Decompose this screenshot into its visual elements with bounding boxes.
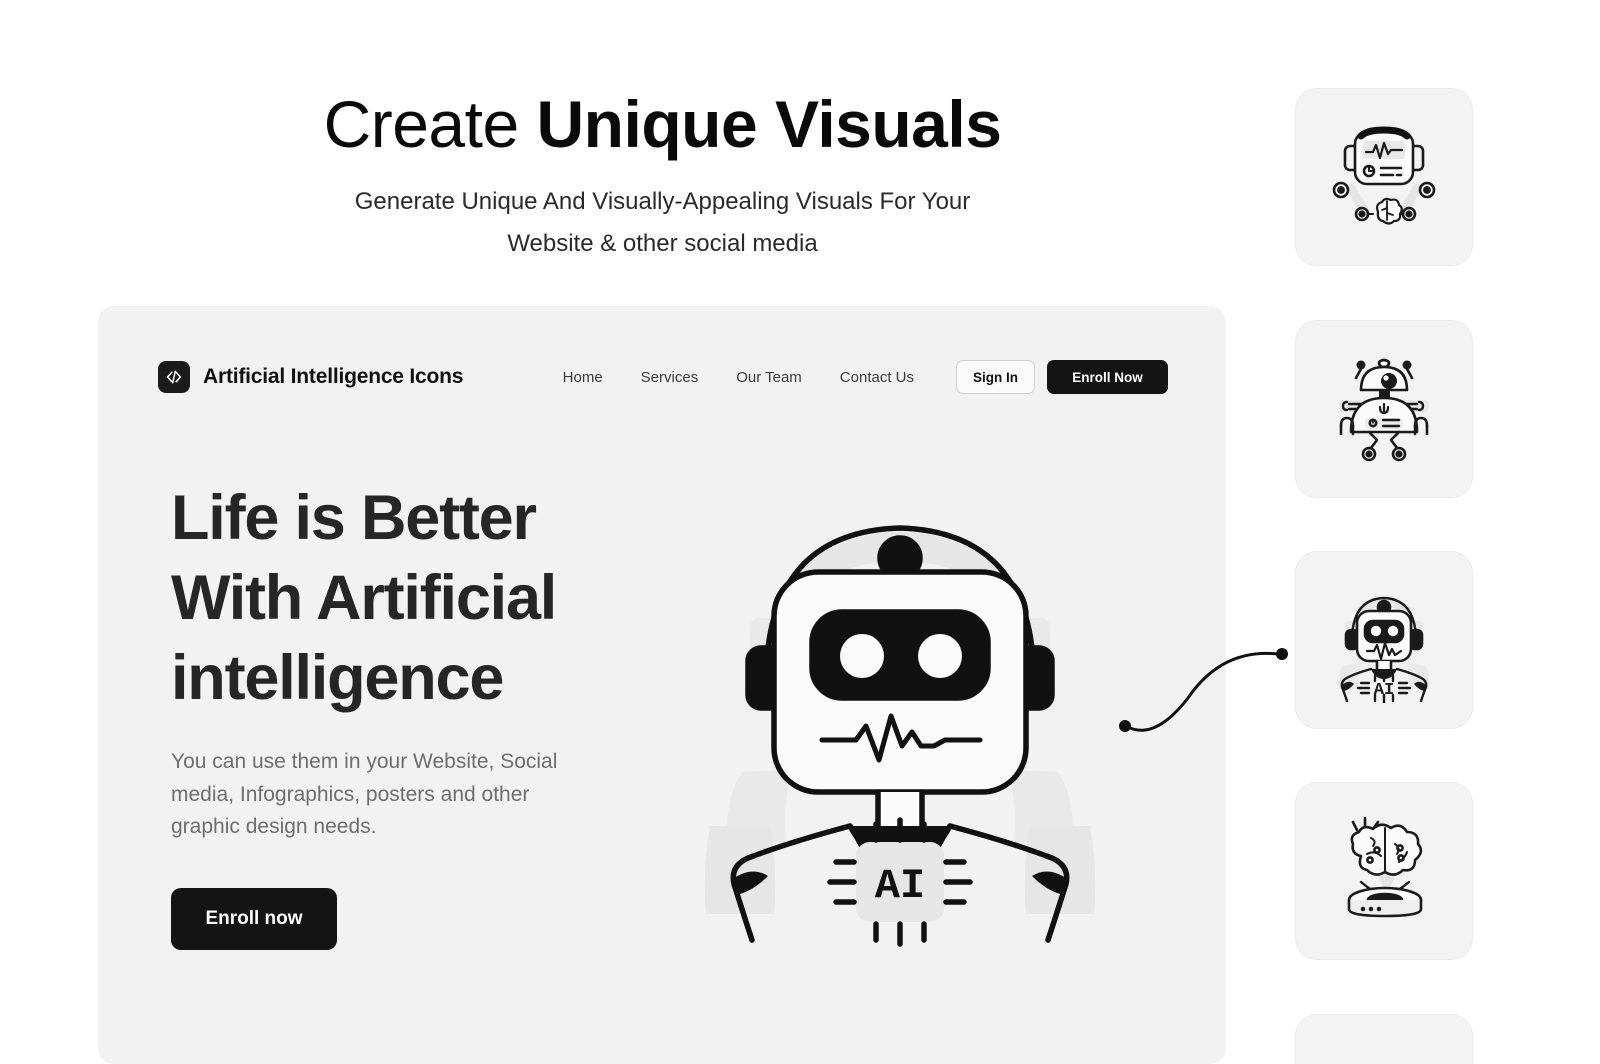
- preview-hero-body-line-2: media, Infographics, posters and other: [171, 782, 530, 806]
- page-subtitle-line-1: Generate Unique And Visually-Appealing V…: [354, 188, 971, 216]
- preview-hero-title-line-2: With Artificial: [171, 563, 557, 633]
- ai-robot-headphones-illustration: AI: [690, 470, 1110, 950]
- nav-link-home[interactable]: Home: [563, 369, 603, 386]
- ai-icon-partial: [1321, 1040, 1447, 1064]
- icon-card-partial[interactable]: [1295, 1014, 1473, 1064]
- sign-in-button[interactable]: Sign In: [956, 360, 1035, 394]
- preview-hero-copy: Life is Better With Artificial intellige…: [171, 478, 671, 950]
- nav-link-services[interactable]: Services: [641, 369, 699, 386]
- icon-card-brain-hologram-projector[interactable]: [1295, 782, 1473, 960]
- preview-navbar: Artificial Intelligence Icons Home Servi…: [158, 354, 1168, 400]
- icon-card-dome-robot-antenna[interactable]: [1295, 320, 1473, 498]
- hero-heading-block: Create Unique Visuals Generate Unique An…: [0, 87, 1325, 264]
- dome-robot-antenna-icon: [1339, 358, 1429, 462]
- nav-link-contact-us[interactable]: Contact Us: [840, 369, 914, 386]
- brand-name: Artificial Intelligence Icons: [203, 365, 464, 388]
- page-subtitle-line-2: Website & other social media: [507, 229, 818, 257]
- page-title: Create Unique Visuals: [0, 87, 1325, 161]
- preview-hero-body-line-3: graphic design needs.: [171, 815, 377, 839]
- nav-link-our-team[interactable]: Our Team: [736, 369, 802, 386]
- code-brackets-icon: [158, 361, 190, 393]
- preview-hero-title-line-1: Life is Better: [171, 483, 537, 553]
- chip-label: AI: [875, 862, 925, 910]
- page-title-bold: Unique Visuals: [536, 87, 1002, 161]
- page-root: Create Unique Visuals Generate Unique An…: [0, 0, 1600, 1064]
- nav-links: Home Services Our Team Contact Us: [563, 369, 914, 386]
- nav-actions: Sign In Enroll Now: [956, 360, 1168, 394]
- ai-monitor-brain-network-icon: [1332, 126, 1436, 225]
- page-subtitle: Generate Unique And Visually-Appealing V…: [0, 181, 1325, 264]
- enroll-now-button[interactable]: Enroll Now: [1047, 360, 1168, 394]
- brain-hologram-projector-icon: [1347, 816, 1423, 918]
- icon-card-ai-robot-headphones[interactable]: AI: [1295, 551, 1473, 729]
- icon-card-ai-monitor-brain-network[interactable]: [1295, 88, 1473, 266]
- preview-hero-body: You can use them in your Website, Social…: [171, 746, 601, 844]
- brand[interactable]: Artificial Intelligence Icons: [158, 361, 463, 393]
- icon-rail: AI: [1295, 0, 1495, 1064]
- preview-hero-title: Life is Better With Artificial intellige…: [171, 478, 671, 718]
- enroll-now-cta-button[interactable]: Enroll now: [171, 887, 337, 950]
- preview-hero-title-line-3: intelligence: [171, 643, 504, 713]
- ai-robot-headphones-icon: AI: [1338, 596, 1430, 703]
- svg-text:AI: AI: [1374, 681, 1394, 700]
- preview-hero-body-line-1: You can use them in your Website, Social: [171, 750, 558, 773]
- page-title-light: Create: [323, 87, 537, 161]
